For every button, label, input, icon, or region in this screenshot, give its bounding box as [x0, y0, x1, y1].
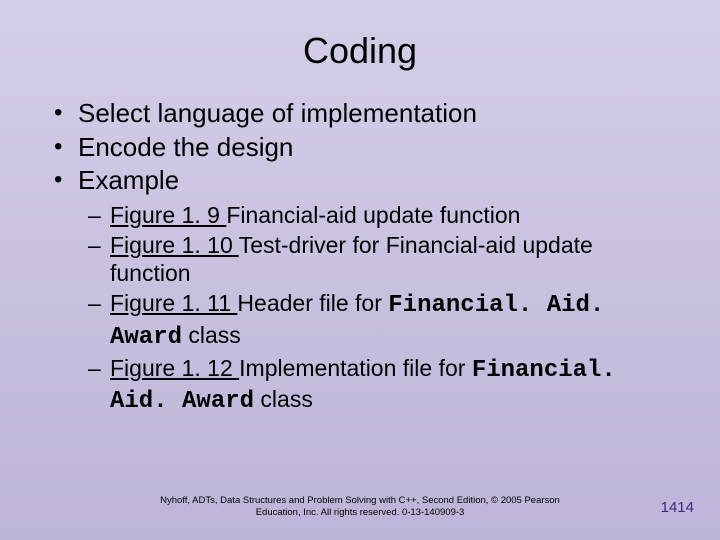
slide-title: Coding — [48, 30, 672, 72]
footer-citation: Nyhoff, ADTs, Data Structures and Proble… — [0, 495, 720, 518]
footer-line: Nyhoff, ADTs, Data Structures and Proble… — [160, 495, 560, 506]
sub-item: Figure 1. 12 Implementation file for Fin… — [86, 354, 672, 417]
sub-list: Figure 1. 9 Financial-aid update functio… — [86, 201, 672, 416]
footer-line: Education, Inc. All rights reserved. 0-1… — [256, 507, 465, 518]
figure-link[interactable]: Figure 1. 11 — [110, 290, 237, 316]
bullet-item: Select language of implementation — [48, 98, 672, 130]
figure-link[interactable]: Figure 1. 12 — [110, 355, 239, 381]
sub-text: Implementation file for — [239, 355, 472, 381]
bullet-item: Encode the design — [48, 132, 672, 164]
sub-text: class — [254, 386, 313, 412]
sub-item: Figure 1. 11 Header file for Financial. … — [86, 289, 672, 352]
figure-link[interactable]: Figure 1. 10 — [110, 232, 239, 258]
bullet-item: Example Figure 1. 9 Financial-aid update… — [48, 165, 672, 416]
sub-item: Figure 1. 10 Test-driver for Financial-a… — [86, 231, 672, 287]
bullet-text: Select language of implementation — [78, 98, 477, 128]
sub-text: Header file for — [237, 290, 388, 316]
page-number: 1414 — [661, 499, 694, 516]
bullet-list: Select language of implementation Encode… — [48, 98, 672, 416]
sub-text: class — [182, 322, 241, 348]
slide: Coding Select language of implementation… — [0, 0, 720, 540]
sub-text: Financial-aid update function — [226, 202, 520, 228]
bullet-text: Encode the design — [78, 132, 293, 162]
sub-item: Figure 1. 9 Financial-aid update functio… — [86, 201, 672, 229]
figure-link[interactable]: Figure 1. 9 — [110, 202, 226, 228]
bullet-text: Example — [78, 165, 179, 195]
